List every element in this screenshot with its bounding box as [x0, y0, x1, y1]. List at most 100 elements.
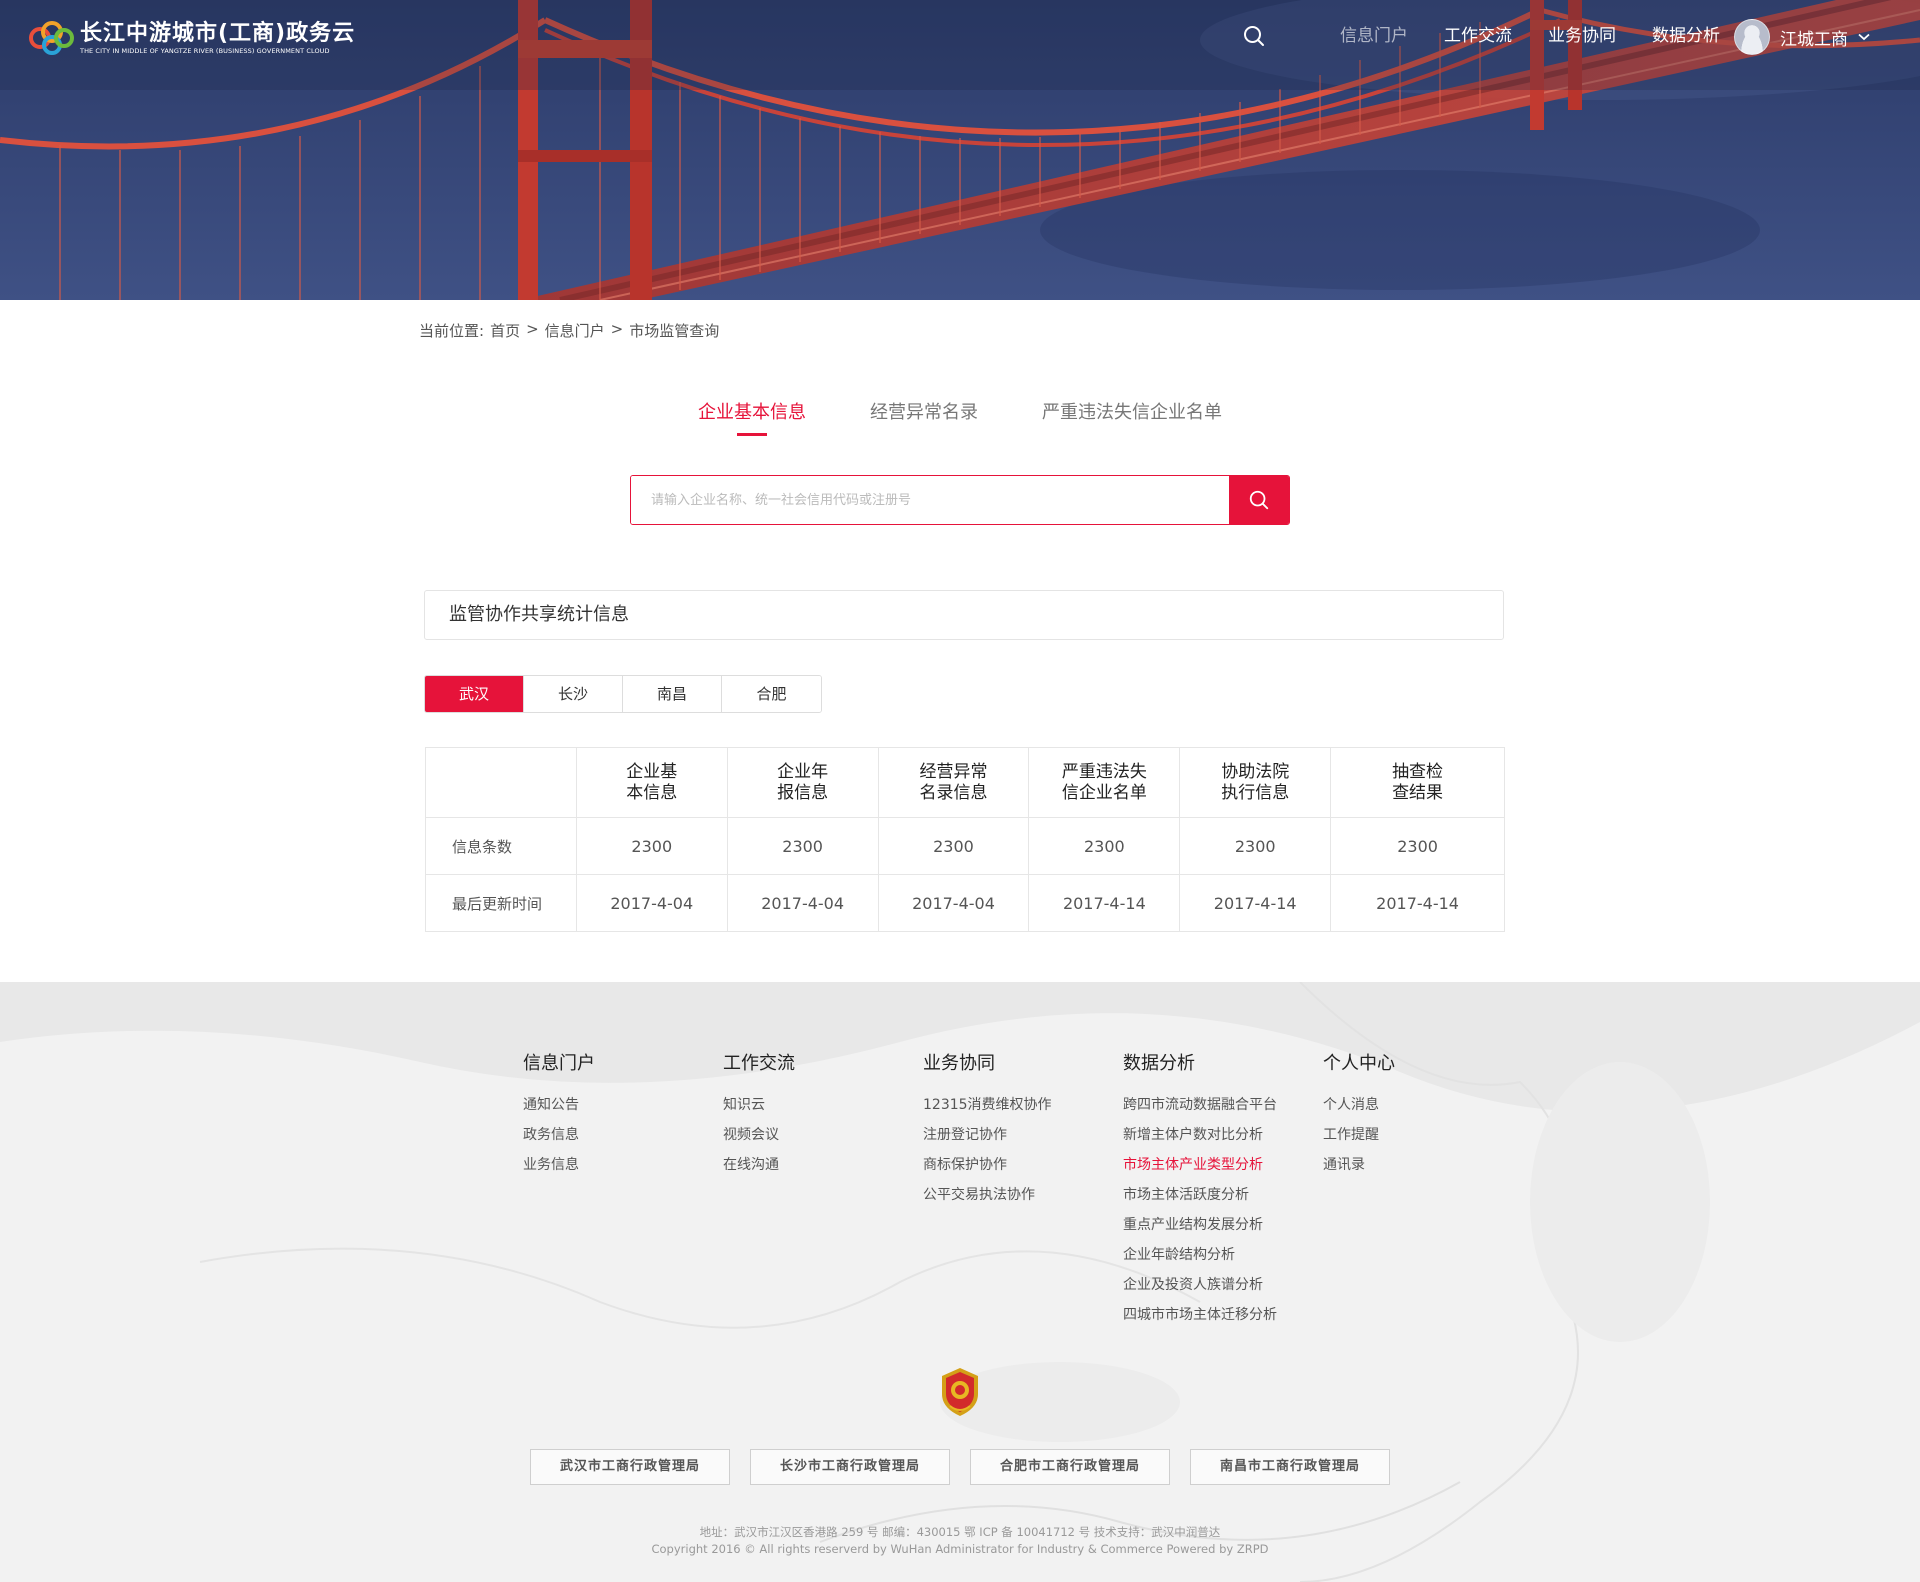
breadcrumb-separator: >	[526, 320, 539, 338]
footer-link[interactable]: 知识云	[723, 1090, 795, 1120]
table-cell: 2300	[1330, 817, 1505, 875]
footer-link[interactable]: 企业年龄结构分析	[1123, 1240, 1277, 1270]
table-header-row: 企业基 本信息 企业年 报信息 经营异常 名录信息 严重违法失 信企业名单 协助法院 执行…	[425, 747, 1505, 818]
hero-banner: 长江中游城市(工商)政务云 THE CITY IN MIDDLE OF YANG…	[0, 0, 1920, 300]
column-header: 企业年 报信息	[726, 747, 879, 818]
nav-work-exchange[interactable]: 工作交流	[1444, 24, 1512, 48]
site-footer: 信息门户 通知公告 政务信息 业务信息 工作交流 知识云 视频会议 在线沟通 业…	[0, 982, 1920, 1582]
footer-link[interactable]: 通知公告	[523, 1090, 595, 1120]
breadcrumb: 当前位置: 首页 > 信息门户 > 市场监管查询	[419, 320, 725, 341]
footer-link[interactable]: 通讯录	[1323, 1150, 1395, 1180]
footer-copyright: Copyright 2016 © All rights reserverd by…	[651, 1542, 1269, 1556]
footer-col-info-portal: 信息门户 通知公告 政务信息 业务信息	[523, 1052, 595, 1180]
search-icon[interactable]	[1242, 24, 1266, 48]
footer-link[interactable]: 政务信息	[523, 1120, 595, 1150]
footer-link[interactable]: 工作提醒	[1323, 1120, 1395, 1150]
column-header: 协助法院 执行信息	[1179, 747, 1332, 818]
breadcrumb-prefix: 当前位置:	[419, 322, 485, 340]
footer-link[interactable]: 跨四市流动数据融合平台	[1123, 1090, 1277, 1120]
footer-link[interactable]: 注册登记协作	[923, 1120, 1052, 1150]
footer-col-business-collab: 业务协同 12315消费维权协作 注册登记协作 商标保护协作 公平交易执法协作	[923, 1052, 1052, 1210]
agency-changsha-button[interactable]: 长沙市工商行政管理局	[750, 1449, 950, 1485]
table-cell: 2017-4-04	[575, 874, 728, 932]
column-header: 抽查检 查结果	[1330, 747, 1505, 818]
chevron-down-icon	[1858, 33, 1870, 41]
table-corner-cell	[425, 747, 577, 818]
city-tabs: 武汉 长沙 南昌 合肥	[424, 675, 822, 713]
footer-link[interactable]: 12315消费维权协作	[923, 1090, 1052, 1120]
main-nav: 信息门户 工作交流 业务协同 数据分析	[1340, 24, 1756, 48]
user-name: 江城工商	[1780, 29, 1848, 50]
breadcrumb-home[interactable]: 首页	[490, 320, 520, 341]
footer-link[interactable]: 新增主体户数对比分析	[1123, 1120, 1277, 1150]
footer-link-active[interactable]: 市场主体产业类型分析	[1123, 1150, 1277, 1180]
footer-address: 地址：武汉市江汉区香港路 259 号 邮编：430015 鄂 ICP 备 100…	[699, 1525, 1221, 1539]
footer-link[interactable]: 商标保护协作	[923, 1150, 1052, 1180]
search-icon	[1249, 490, 1269, 510]
footer-link[interactable]: 在线沟通	[723, 1150, 795, 1180]
row-label: 最后更新时间	[425, 874, 577, 932]
footer-link[interactable]: 个人消息	[1323, 1090, 1395, 1120]
city-tab-changsha[interactable]: 长沙	[524, 676, 623, 712]
agency-nanchang-button[interactable]: 南昌市工商行政管理局	[1190, 1449, 1390, 1485]
column-header: 经营异常 名录信息	[877, 747, 1030, 818]
row-label: 信息条数	[425, 817, 577, 875]
footer-link[interactable]: 四城市市场主体迁移分析	[1123, 1300, 1277, 1330]
column-header: 企业基 本信息	[575, 747, 728, 818]
query-tabs: 企业基本信息 经营异常名录 严重违法失信企业名单	[0, 400, 1920, 436]
table-row: 最后更新时间 2017-4-04 2017-4-04 2017-4-04 201…	[425, 874, 1505, 932]
footer-link[interactable]: 业务信息	[523, 1150, 595, 1180]
search-button[interactable]	[1229, 476, 1289, 524]
breadcrumb-separator: >	[610, 320, 624, 338]
agency-hefei-button[interactable]: 合肥市工商行政管理局	[970, 1449, 1170, 1485]
footer-col-title: 业务协同	[923, 1053, 995, 1074]
search-input[interactable]	[631, 476, 1229, 524]
table-cell: 2017-4-14	[1330, 874, 1505, 932]
industry-commerce-emblem-icon	[942, 1368, 978, 1416]
table-cell: 2300	[726, 817, 879, 875]
user-menu[interactable]: 江城工商	[1734, 19, 1870, 55]
breadcrumb-current: 市场监管查询	[629, 322, 720, 340]
footer-link[interactable]: 市场主体活跃度分析	[1123, 1180, 1277, 1210]
tab-serious-violation-list[interactable]: 严重违法失信企业名单	[1042, 400, 1222, 426]
agency-links: 武汉市工商行政管理局 长沙市工商行政管理局 合肥市工商行政管理局 南昌市工商行政…	[0, 1449, 1920, 1485]
table-cell: 2300	[877, 817, 1030, 875]
city-tab-nanchang[interactable]: 南昌	[623, 676, 722, 712]
table-cell: 2300	[1179, 817, 1332, 875]
top-navigation-bar: 长江中游城市(工商)政务云 THE CITY IN MIDDLE OF YANG…	[0, 0, 1920, 74]
footer-link[interactable]: 公平交易执法协作	[923, 1180, 1052, 1210]
footer-col-work-exchange: 工作交流 知识云 视频会议 在线沟通	[723, 1052, 795, 1180]
stats-panel-title: 监管协作共享统计信息	[424, 590, 1504, 640]
table-cell: 2017-4-14	[1028, 874, 1181, 932]
logo-subtitle: THE CITY IN MIDDLE OF YANGTZE RIVER (BUS…	[80, 46, 330, 55]
footer-col-title: 工作交流	[723, 1053, 795, 1074]
avatar	[1734, 19, 1770, 55]
city-tab-wuhan[interactable]: 武汉	[425, 676, 524, 712]
footer-link[interactable]: 视频会议	[723, 1120, 795, 1150]
footer-col-title: 个人中心	[1323, 1053, 1395, 1074]
tab-enterprise-basic-info[interactable]: 企业基本信息	[698, 400, 806, 436]
tab-abnormal-operation-list[interactable]: 经营异常名录	[870, 400, 978, 426]
stats-table: 企业基 本信息 企业年 报信息 经营异常 名录信息 严重违法失 信企业名单 协助法院 执行…	[425, 747, 1505, 932]
nav-business-collab[interactable]: 业务协同	[1548, 24, 1616, 48]
city-tab-hefei[interactable]: 合肥	[722, 676, 821, 712]
enterprise-search	[630, 475, 1290, 525]
table-cell: 2017-4-04	[726, 874, 879, 932]
footer-col-personal-center: 个人中心 个人消息 工作提醒 通讯录	[1323, 1052, 1395, 1180]
table-cell: 2017-4-04	[877, 874, 1030, 932]
footer-link[interactable]: 重点产业结构发展分析	[1123, 1210, 1277, 1240]
column-header: 严重违法失 信企业名单	[1028, 747, 1181, 818]
footer-col-title: 数据分析	[1123, 1053, 1195, 1074]
table-row: 信息条数 2300 2300 2300 2300 2300 2300	[425, 817, 1505, 875]
footer-col-title: 信息门户	[523, 1053, 595, 1074]
table-cell: 2300	[1028, 817, 1181, 875]
breadcrumb-info-portal[interactable]: 信息门户	[545, 320, 605, 341]
footer-link[interactable]: 企业及投资人族谱分析	[1123, 1270, 1277, 1300]
site-logo[interactable]: 长江中游城市(工商)政务云 THE CITY IN MIDDLE OF YANG…	[28, 18, 355, 58]
nav-data-analysis[interactable]: 数据分析	[1652, 24, 1720, 48]
footer-col-data-analysis: 数据分析 跨四市流动数据融合平台 新增主体户数对比分析 市场主体产业类型分析 市…	[1123, 1052, 1277, 1330]
nav-info-portal[interactable]: 信息门户	[1340, 24, 1408, 48]
logo-title: 长江中游城市(工商)政务云	[80, 20, 356, 46]
agency-wuhan-button[interactable]: 武汉市工商行政管理局	[530, 1449, 730, 1485]
table-cell: 2017-4-14	[1179, 874, 1332, 932]
